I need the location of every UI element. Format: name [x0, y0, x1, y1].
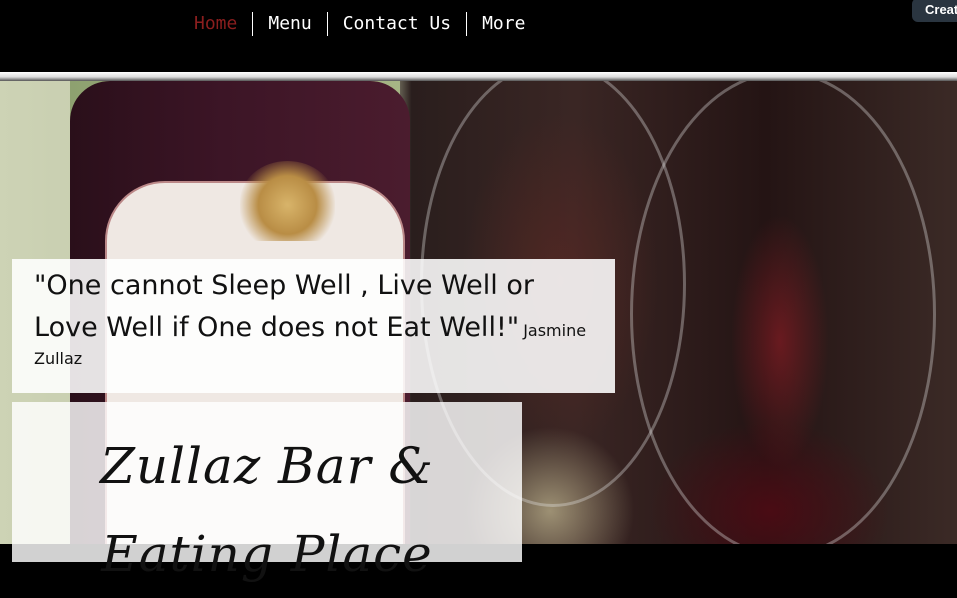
top-navigation-bar: Home Menu Contact Us More Creat — [0, 0, 957, 72]
nav-menu[interactable]: Menu — [252, 12, 326, 36]
header-divider — [0, 72, 957, 81]
create-site-button[interactable]: Creat — [912, 0, 957, 22]
nav-contact-us[interactable]: Contact Us — [326, 12, 466, 36]
main-menu: Home Menu Contact Us More — [179, 12, 540, 36]
quote-text: "One cannot Sleep Well , Live Well or Lo… — [34, 270, 534, 343]
crown-emblem-image — [240, 161, 335, 241]
restaurant-title: Zullaz Bar & Eating Place — [100, 437, 434, 583]
quote-box: "One cannot Sleep Well , Live Well or Lo… — [12, 259, 615, 393]
nav-more[interactable]: More — [466, 12, 540, 36]
nav-home[interactable]: Home — [179, 12, 252, 36]
restaurant-title-box: Zullaz Bar & Eating Place — [12, 402, 522, 583]
